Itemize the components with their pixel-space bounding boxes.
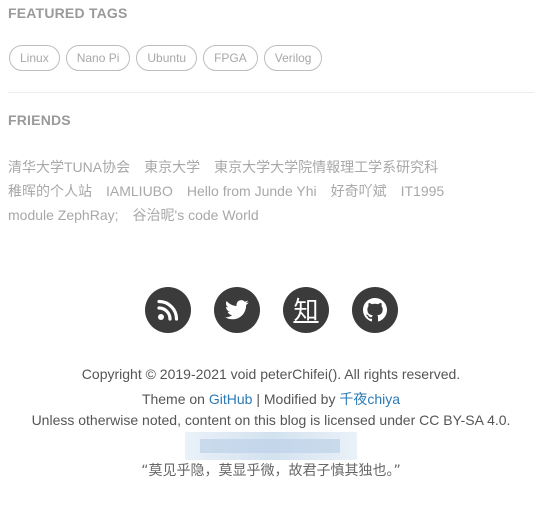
friends-row: 稚晖的个人站 IAMLIUBO Hello from Junde Yhi 好奇吖… [8,179,538,203]
github-button[interactable] [352,287,398,333]
blurred-overlay [185,432,357,460]
friend-link[interactable]: 谷治昵's code World [133,205,259,225]
footer-quote: “莫见乎隐，莫显乎微，故君子慎其独也。” [141,463,401,479]
tag-nano-pi[interactable]: Nano Pi [65,45,131,71]
modified-prefix: | Modified by [252,391,340,407]
copyright-text: Copyright © 2019-2021 void peterChifei()… [81,366,461,382]
twitter-button[interactable] [214,287,260,333]
friend-link[interactable]: 清华大学TUNA协会 [8,157,130,177]
page-root: FEATURED TAGS Linux Nano Pi Ubuntu FPGA … [0,0,542,514]
github-icon [363,298,387,322]
social-links: 知 [145,287,398,333]
friends-row: module ZephRay; 谷治昵's code World [8,203,538,227]
friend-link[interactable]: 東京大学 [144,157,200,177]
friends-title: FRIENDS [8,112,71,128]
tag-list: Linux Nano Pi Ubuntu FPGA Verilog [9,45,323,71]
modifier-link[interactable]: 千夜chiya [339,391,400,407]
theme-prefix: Theme on [141,391,209,407]
friend-link[interactable]: IT1995 [401,183,445,199]
zhihu-icon: 知 [293,295,319,325]
tag-ubuntu[interactable]: Ubuntu [136,45,198,71]
zhihu-button[interactable]: 知 [283,287,329,333]
tag-fpga[interactable]: FPGA [203,45,258,71]
friend-link[interactable]: Hello from Junde Yhi [187,183,317,199]
friends-list: 清华大学TUNA协会 東京大学 東京大学大学院情報理工学系研究科 稚晖的个人站 … [8,155,538,227]
friend-link[interactable]: 東京大学大学院情報理工学系研究科 [214,157,438,177]
friend-link[interactable]: 稚晖的个人站 [8,181,92,201]
friend-link[interactable]: 好奇吖斌 [331,181,387,201]
friends-row: 清华大学TUNA协会 東京大学 東京大学大学院情報理工学系研究科 [8,155,538,179]
tag-verilog[interactable]: Verilog [263,45,323,71]
rss-icon [157,299,179,321]
twitter-icon [225,300,249,320]
rss-button[interactable] [145,287,191,333]
section-divider [8,92,534,93]
friend-link[interactable]: IAMLIUBO [106,183,173,199]
friend-link[interactable]: module ZephRay; [8,207,119,223]
github-theme-link[interactable]: GitHub [209,391,253,407]
license-text: Unless otherwise noted, content on this … [31,412,511,428]
tag-linux[interactable]: Linux [9,45,60,71]
theme-credit: Theme on GitHub | Modified by 千夜chiya [0,389,542,409]
featured-tags-title: FEATURED TAGS [8,5,128,21]
